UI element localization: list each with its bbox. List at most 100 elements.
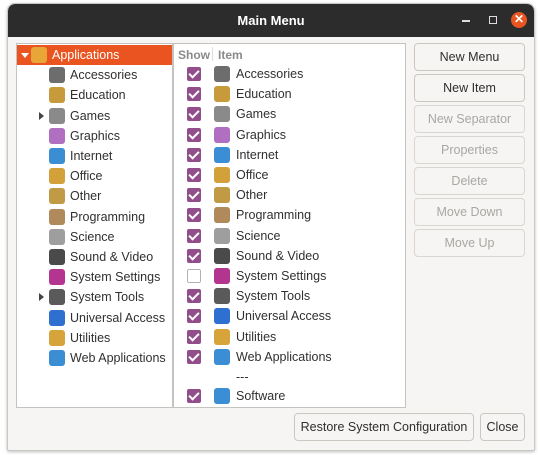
utilities-icon [49, 329, 65, 346]
close-window-button[interactable]: ✕ [511, 12, 527, 28]
tree-item-web-applications[interactable]: Web Applications [17, 348, 172, 368]
games-icon [214, 106, 230, 123]
show-checkbox[interactable] [187, 107, 201, 122]
item-row-software[interactable]: Software [174, 386, 405, 406]
show-checkbox[interactable] [187, 329, 201, 344]
tree-item-label: Applications [52, 48, 120, 62]
show-checkbox[interactable] [187, 309, 201, 324]
new-item-button[interactable]: New Item [414, 74, 525, 102]
tree-item-other[interactable]: Other [17, 186, 172, 206]
item-row-programming[interactable]: Programming [174, 205, 405, 225]
show-checkbox[interactable] [187, 87, 201, 102]
tree-item-system-settings[interactable]: System Settings [17, 267, 172, 287]
minimize-button[interactable] [458, 12, 474, 28]
tree-item-label: Sound & Video [70, 250, 154, 264]
tree-item-label: Science [70, 229, 115, 244]
tree-item-label: Web Applications [70, 351, 166, 365]
tree-item-universal-access[interactable]: Universal Access [17, 308, 172, 328]
new-separator-button[interactable]: New Separator [414, 105, 525, 133]
show-checkbox[interactable] [187, 248, 201, 263]
show-checkbox[interactable] [187, 289, 201, 304]
tree-item-accessories[interactable]: Accessories [17, 65, 172, 85]
move-up-button[interactable]: Move Up [414, 229, 525, 257]
item-label: Web Applications [236, 349, 332, 364]
tree-item-internet[interactable]: Internet [17, 146, 172, 166]
show-checkbox[interactable] [187, 349, 201, 364]
titlebar[interactable]: Main Menu ✕ [8, 4, 534, 37]
show-column-header[interactable]: Show [178, 46, 210, 64]
item-row-internet[interactable]: Internet [174, 145, 405, 165]
universal-access-icon [49, 309, 65, 326]
item-label: Graphics [236, 127, 287, 142]
education-icon [214, 86, 230, 103]
menu-tree[interactable]: Applications Accessories Education Games Gra… [16, 43, 173, 408]
tree-item-science[interactable]: Science [17, 227, 172, 247]
close-icon: ✕ [513, 12, 525, 26]
item-column-header[interactable]: Item [218, 46, 243, 64]
science-flask-icon [49, 228, 65, 245]
tree-item-label: Education [70, 88, 126, 103]
show-checkbox[interactable] [187, 389, 201, 403]
show-checkbox[interactable] [187, 127, 201, 142]
tree-item-applications[interactable]: Applications [17, 45, 172, 65]
expander-closed-icon[interactable] [39, 293, 44, 302]
show-checkbox[interactable] [187, 208, 201, 223]
item-row-office[interactable]: Office [174, 165, 405, 185]
tree-item-sound-video[interactable]: Sound & Video [17, 247, 172, 267]
item-row-system-settings[interactable]: System Settings [174, 266, 405, 286]
games-icon [49, 107, 65, 124]
tree-item-programming[interactable]: Programming [17, 207, 172, 227]
show-checkbox[interactable] [187, 188, 201, 203]
item-list[interactable]: Show Item Accessories Education Games Graph… [173, 43, 406, 408]
delete-button[interactable]: Delete [414, 167, 525, 195]
item-row-sound-video[interactable]: Sound & Video [174, 246, 405, 266]
tree-item-education[interactable]: Education [17, 85, 172, 105]
tree-item-office[interactable]: Office [17, 166, 172, 186]
tree-item-utilities[interactable]: Utilities [17, 328, 172, 348]
item-row-utilities[interactable]: Utilities [174, 327, 405, 347]
tree-item-label: System Tools [70, 290, 145, 305]
item-label: Universal Access [236, 309, 332, 324]
show-checkbox[interactable] [187, 269, 201, 283]
item-row-education[interactable]: Education [174, 84, 405, 104]
internet-globe-icon [49, 148, 65, 164]
item-row-other[interactable]: Other [174, 185, 405, 205]
properties-button[interactable]: Properties [414, 136, 525, 164]
applications-folder-icon [31, 47, 47, 63]
tree-item-system-tools[interactable]: System Tools [17, 287, 172, 307]
expander-closed-icon[interactable] [39, 111, 44, 120]
expander-open-icon[interactable] [21, 53, 29, 58]
graphics-icon [214, 126, 230, 143]
show-checkbox[interactable] [187, 228, 201, 243]
tree-item-label: Accessories [70, 68, 138, 83]
item-row-science[interactable]: Science [174, 226, 405, 246]
item-row-graphics[interactable]: Graphics [174, 125, 405, 145]
item-row-web-applications[interactable]: Web Applications [174, 347, 405, 367]
item-row-system-tools[interactable]: System Tools [174, 286, 405, 306]
graphics-icon [49, 127, 65, 144]
universal-access-icon [214, 308, 230, 325]
new-menu-button[interactable]: New Menu [414, 43, 525, 71]
item-row-accessories[interactable]: Accessories [174, 64, 405, 84]
tree-item-label: Other [70, 189, 102, 204]
restore-system-configuration-button[interactable]: Restore System Configuration [294, 413, 474, 441]
tree-item-graphics[interactable]: Graphics [17, 126, 172, 146]
maximize-button[interactable] [485, 12, 501, 28]
tree-item-label: Utilities [70, 330, 111, 345]
education-icon [49, 87, 65, 104]
office-icon [49, 168, 65, 185]
tree-item-games[interactable]: Games [17, 106, 172, 126]
show-checkbox[interactable] [187, 147, 201, 162]
item-label: Games [236, 107, 277, 122]
accessories-icon [49, 67, 65, 84]
item-row-universal-access[interactable]: Universal Access [174, 306, 405, 326]
main-menu-window: Main Menu ✕ Applications Accessories Educa… [7, 3, 535, 451]
show-checkbox[interactable] [187, 67, 201, 81]
separator-row[interactable]: --- [174, 367, 405, 387]
tree-item-label: Universal Access [70, 310, 166, 325]
close-button[interactable]: Close [480, 413, 525, 441]
show-checkbox[interactable] [187, 168, 201, 182]
move-down-button[interactable]: Move Down [414, 198, 525, 226]
tree-item-label: Games [70, 108, 111, 123]
item-row-games[interactable]: Games [174, 104, 405, 124]
